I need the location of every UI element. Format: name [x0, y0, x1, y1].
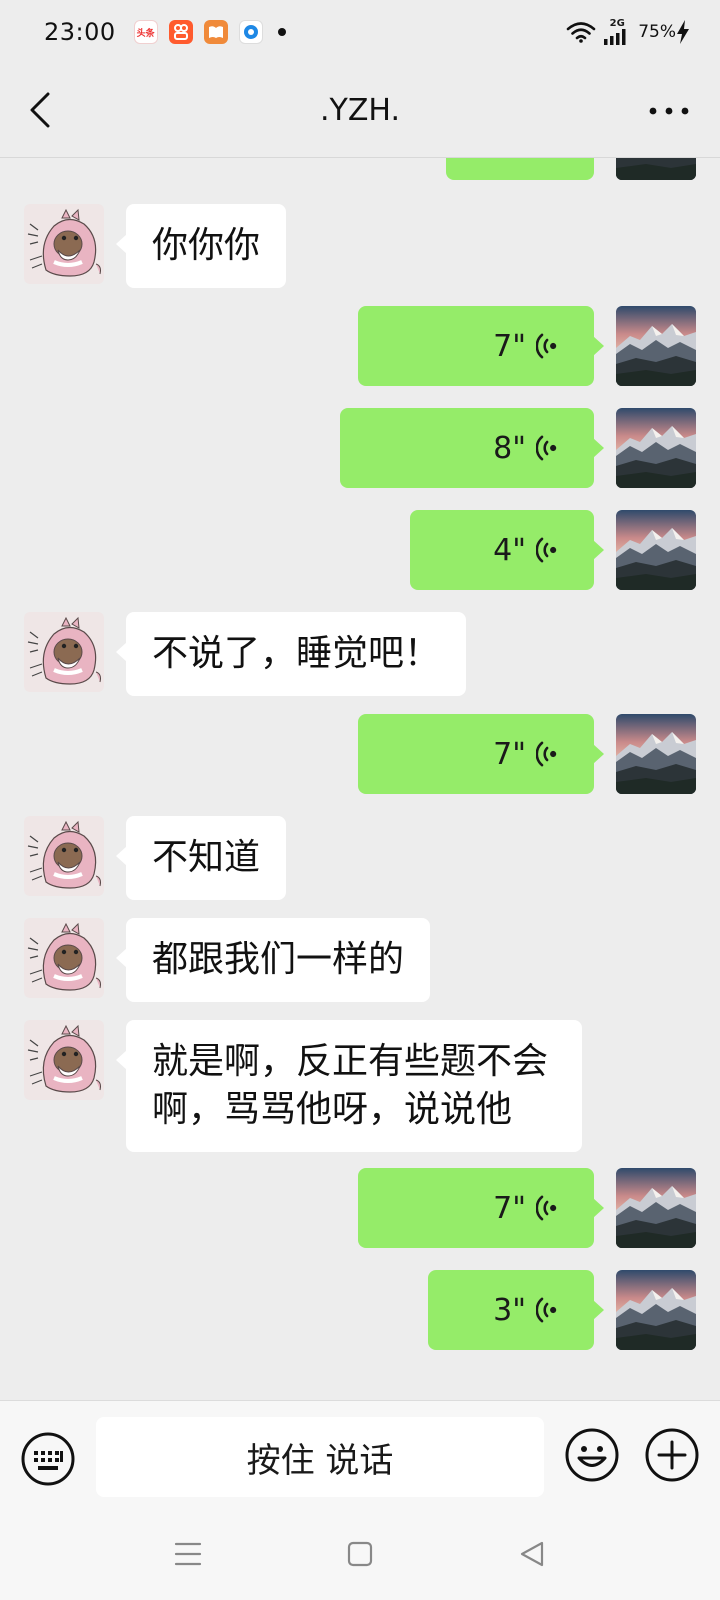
chat-title: .YZH. — [320, 93, 400, 128]
chat-header: .YZH. — [0, 64, 720, 158]
voice-bubble[interactable]: 8" — [340, 408, 604, 488]
my-avatar[interactable] — [616, 1168, 696, 1248]
home-button[interactable] — [340, 1534, 380, 1574]
contact-avatar[interactable] — [24, 1020, 104, 1100]
chevron-left-icon — [30, 92, 50, 128]
voice-bubble[interactable] — [446, 158, 594, 180]
status-bar: 23:00 头条 2G 75% — [0, 0, 720, 64]
voice-bubble[interactable]: 7" — [358, 1168, 604, 1248]
contact-avatar[interactable] — [24, 816, 104, 896]
voice-wave-icon — [536, 1295, 560, 1325]
voice-duration: 4" — [493, 532, 526, 568]
contact-avatar[interactable] — [24, 204, 104, 284]
battery-percentage: 75% — [638, 22, 676, 42]
text-bubble[interactable]: 不知道 — [115, 816, 287, 900]
browser-app-icon — [238, 20, 263, 44]
charging-icon — [677, 20, 689, 44]
my-avatar[interactable] — [616, 158, 696, 180]
plus-icon — [645, 1428, 699, 1482]
more-dots-icon — [649, 107, 689, 115]
home-icon — [347, 1541, 373, 1567]
signal-icon — [604, 29, 626, 45]
voice-bubble[interactable]: 7" — [358, 306, 604, 386]
voice-bubble[interactable]: 3" — [428, 1270, 604, 1350]
voice-duration: 8" — [493, 430, 526, 466]
status-time: 23:00 — [44, 18, 116, 46]
more-functions-button[interactable] — [644, 1427, 700, 1483]
my-avatar[interactable] — [616, 714, 696, 794]
voice-bubble[interactable]: 7" — [358, 714, 604, 794]
voice-bubble[interactable]: 4" — [410, 510, 604, 590]
system-back-button[interactable] — [512, 1534, 552, 1574]
input-bar: 按住 说话 — [0, 1400, 720, 1510]
voice-wave-icon — [536, 433, 560, 463]
more-button[interactable] — [646, 94, 692, 128]
voice-duration: 7" — [493, 1190, 526, 1226]
message-list[interactable]: 你你你 7" 8" 4" 不说了，睡觉吧！ 7" 不知道 都跟我们一样的 就是啊… — [0, 158, 720, 1400]
wifi-icon — [566, 22, 596, 43]
emoji-icon — [565, 1428, 619, 1482]
text-bubble[interactable]: 就是啊，反正有些题不会啊，骂骂他呀，说说他 — [116, 1020, 582, 1152]
keyboard-toggle-button[interactable] — [20, 1431, 76, 1487]
voice-duration: 7" — [493, 736, 526, 772]
voice-wave-icon — [536, 1193, 560, 1223]
system-nav-bar — [0, 1510, 720, 1600]
voice-wave-icon — [536, 331, 560, 361]
status-app-icons: 头条 — [133, 20, 286, 44]
text-bubble[interactable]: 不说了，睡觉吧！ — [115, 612, 467, 696]
status-right: 2G 75% — [566, 19, 690, 45]
voice-wave-icon — [536, 535, 560, 565]
network-type: 2G — [609, 18, 625, 29]
text-bubble[interactable]: 你你你 — [115, 204, 287, 288]
emoji-button[interactable] — [564, 1427, 620, 1483]
contact-avatar[interactable] — [24, 612, 104, 692]
reader-app-icon — [203, 20, 228, 44]
chat-screen: 23:00 头条 2G 75% .YZH. 你你你 7" 8" 4" 不说了，睡… — [0, 0, 720, 1600]
voice-wave-icon — [536, 739, 560, 769]
contact-avatar[interactable] — [24, 918, 104, 998]
hold-to-talk-button[interactable]: 按住 说话 — [96, 1417, 544, 1497]
kuaishou-app-icon — [168, 20, 193, 44]
voice-duration: 3" — [493, 1292, 526, 1328]
more-notifications-icon — [277, 28, 286, 36]
toutiao-app-label: 头条 — [136, 25, 155, 39]
recent-apps-button[interactable] — [168, 1534, 208, 1574]
my-avatar[interactable] — [616, 408, 696, 488]
voice-duration: 7" — [493, 328, 526, 364]
my-avatar[interactable] — [616, 510, 696, 590]
toutiao-app-icon: 头条 — [133, 20, 158, 44]
text-bubble[interactable]: 都跟我们一样的 — [115, 918, 431, 1002]
my-avatar[interactable] — [616, 306, 696, 386]
back-button[interactable] — [22, 88, 58, 132]
keyboard-icon — [21, 1432, 75, 1486]
back-icon — [520, 1541, 544, 1567]
menu-icon — [174, 1542, 202, 1566]
my-avatar[interactable] — [616, 1270, 696, 1350]
